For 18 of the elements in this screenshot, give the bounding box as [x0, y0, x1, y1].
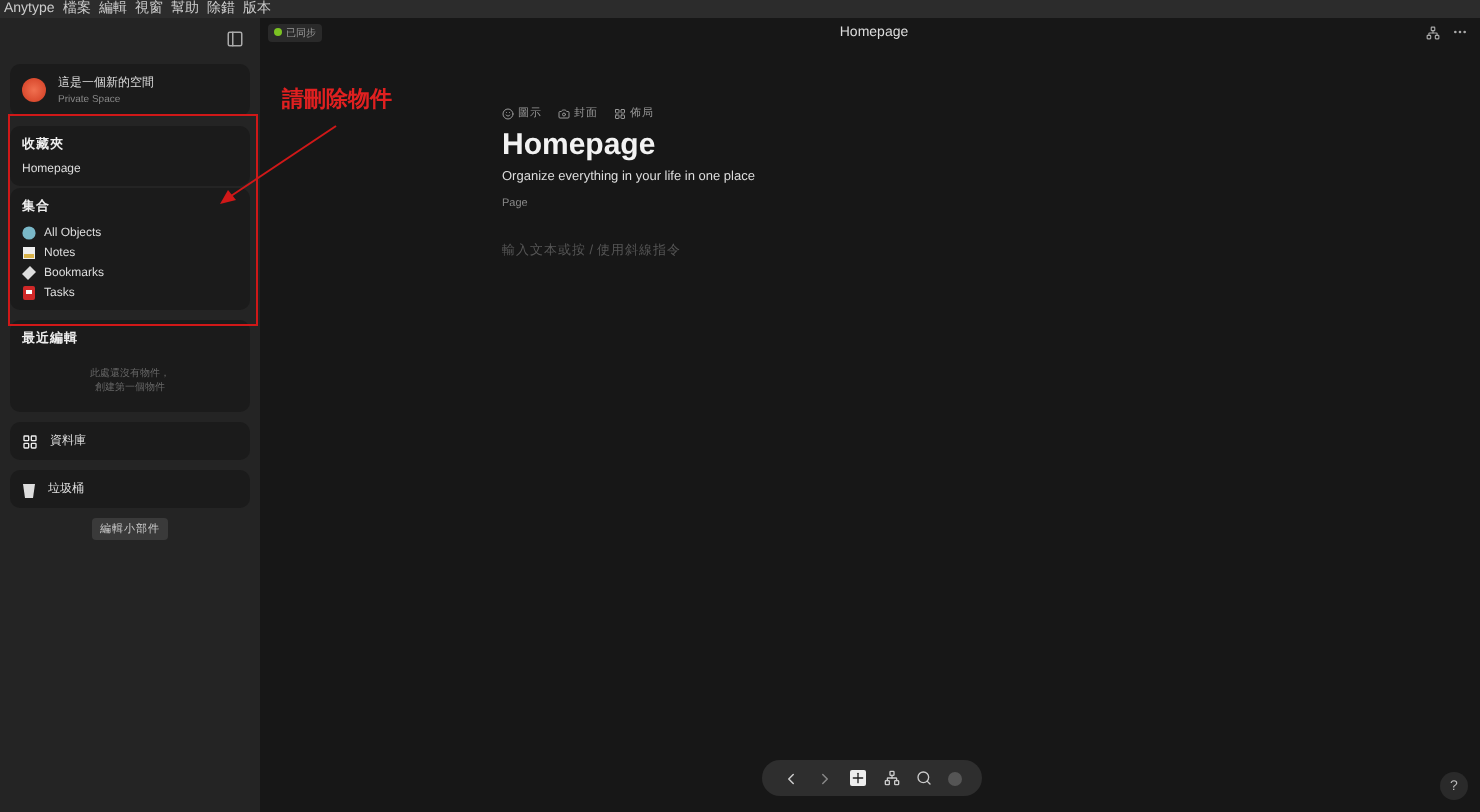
- layout-icon: [614, 107, 626, 119]
- graph-icon[interactable]: [1426, 25, 1440, 39]
- camera-icon: [558, 107, 570, 119]
- grid-icon: [22, 433, 38, 449]
- bin-icon: [22, 481, 36, 497]
- smile-icon: [502, 107, 514, 119]
- globe-icon: [22, 226, 36, 240]
- space-avatar: [22, 78, 46, 102]
- annotation-arrow: [216, 124, 340, 204]
- page-title[interactable]: Homepage: [502, 128, 1480, 162]
- note-icon: [22, 246, 36, 260]
- tag-icon: [22, 266, 36, 280]
- graph-icon[interactable]: [883, 770, 900, 786]
- search-icon[interactable]: [915, 770, 932, 786]
- annotation-text: 請刪除物件: [282, 85, 392, 114]
- add-icon[interactable]: [850, 770, 867, 786]
- sidebar-toggle-icon[interactable]: [226, 30, 244, 48]
- task-icon: [22, 286, 36, 300]
